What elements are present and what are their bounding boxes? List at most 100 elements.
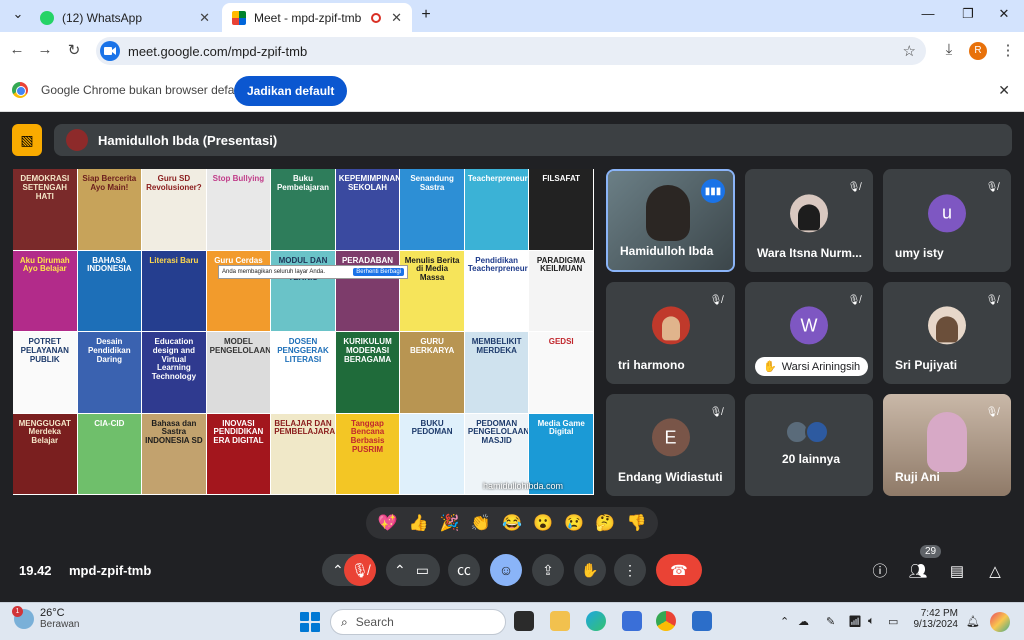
book-cover: Buku Pembelajaran — [271, 169, 335, 250]
book-title: Stop Bullying — [212, 174, 265, 183]
mic-off-icon: 🎙︎̸ — [709, 295, 723, 306]
new-tab-button[interactable]: + — [412, 6, 440, 26]
default-browser-infobar: Google Chrome bukan browser default Jadi… — [0, 70, 1024, 112]
weather-condition: Berawan — [40, 619, 80, 630]
book-cover: Guru Cerdas — [206, 250, 271, 331]
book-title: DEMOKRASI SETENGAH HATI — [20, 174, 70, 201]
chrome-icon[interactable] — [656, 611, 676, 631]
clock-time: 7:42 PM — [920, 608, 958, 619]
participant-name: Ruji Ani — [895, 470, 940, 484]
more-options-button[interactable]: ⋮ — [614, 554, 646, 586]
bookmark-star-icon[interactable]: ☆ — [903, 42, 916, 60]
reaction-emoji-button[interactable]: 👏 — [471, 513, 491, 533]
book-cover: Desain Pendidikan Daring — [77, 332, 142, 413]
address-bar[interactable]: meet.google.com/mpd-zpif-tmb ☆ — [96, 37, 926, 65]
reaction-emoji-button[interactable]: 👍 — [409, 513, 429, 533]
camera-options-button[interactable]: ⌃ ▭ — [386, 554, 440, 586]
edge-icon[interactable] — [586, 611, 606, 631]
participant-tile[interactable]: ▮▮▮ Hamidulloh Ibda — [606, 169, 735, 272]
reaction-emoji-button[interactable]: 😂 — [502, 513, 522, 533]
profile-avatar[interactable]: R — [969, 42, 987, 60]
reaction-emoji-button[interactable]: 😮 — [533, 513, 553, 533]
present-icon: ⇪ — [542, 561, 554, 578]
start-button[interactable] — [300, 612, 320, 632]
participant-tile[interactable]: 🎙︎̸ Ruji Ani — [883, 394, 1011, 496]
book-cover: MODUL DAN PANDUAN TEKNIS — [271, 250, 335, 331]
meeting-code: mpd-zpif-tmb — [69, 563, 152, 578]
participant-tile-others[interactable]: 20 lainnya — [745, 394, 873, 496]
participant-tile[interactable]: 🎙︎̸ tri harmono — [606, 282, 735, 384]
reactions-button[interactable]: ☺ — [490, 554, 522, 586]
people-icon[interactable]: 👥︎ — [906, 560, 930, 584]
participant-tile[interactable]: 🎙︎̸ Sri Pujiyati — [883, 282, 1011, 384]
infobar-close-icon[interactable]: ✕ — [998, 82, 1010, 99]
book-cover: PARADIGMA KEILMUAN — [529, 250, 593, 331]
activities-icon[interactable]: △ — [983, 560, 1007, 584]
notification-bell-icon[interactable]: 🔔︎ — [966, 615, 980, 628]
leave-call-button[interactable]: ☎ — [656, 554, 702, 586]
download-icon[interactable]: ⤓ — [938, 41, 960, 58]
chrome-logo-icon — [12, 82, 28, 98]
close-tab-icon[interactable]: ✕ — [199, 10, 210, 26]
presentation-off-icon[interactable]: ▧ — [12, 124, 42, 156]
back-icon[interactable]: ← — [6, 41, 28, 58]
stop-sharing-button[interactable]: Berhenti Berbagi — [353, 268, 404, 276]
close-window-button[interactable]: ✕ — [990, 6, 1018, 26]
book-title: GURU BERKARYA — [409, 337, 455, 355]
mic-toggle-button[interactable]: 🎙︎̸ — [344, 554, 376, 586]
present-button[interactable]: ⇪ — [532, 554, 564, 586]
menu-kebab-icon[interactable]: ⋮ — [997, 41, 1019, 59]
reaction-emoji-button[interactable]: 😢 — [564, 513, 584, 533]
taskbar-search[interactable]: ⌕ Search — [330, 609, 506, 635]
restore-button[interactable]: ❐ — [954, 6, 982, 26]
cloud-icon[interactable]: ☁ — [798, 615, 809, 628]
close-tab-icon[interactable]: ✕ — [391, 10, 402, 26]
clock[interactable]: 7:42 PM 9/13/2024 — [912, 608, 959, 630]
mic-off-icon: 🎙︎̸ — [847, 182, 861, 193]
reaction-emoji-button[interactable]: 💖 — [378, 513, 398, 533]
reload-icon[interactable]: ↻ — [63, 41, 85, 59]
raise-hand-button[interactable]: ✋ — [574, 554, 606, 586]
photos-icon[interactable] — [692, 611, 712, 631]
site-info-icon[interactable] — [100, 41, 120, 61]
book-title: BELAJAR DAN PEMBELAJARAN — [274, 418, 335, 437]
participant-photo — [790, 193, 828, 232]
meeting-info-icon[interactable]: ⓘ — [868, 560, 892, 584]
reaction-emoji-button[interactable]: 👎 — [626, 513, 646, 533]
battery-icon[interactable]: ▭ — [888, 615, 898, 628]
weather-widget[interactable]: 1 26°C Berawan — [12, 605, 80, 630]
reaction-emoji-button[interactable]: 🎉 — [440, 513, 460, 533]
book-title: POTRET PELAYANAN PUBLIK — [20, 337, 69, 364]
book-title: CIA-CID — [94, 418, 125, 428]
participant-tile[interactable]: 🎙︎̸ Wara Itsna Nurm... — [745, 169, 873, 272]
captions-button[interactable]: ㏄ — [448, 554, 480, 586]
captions-icon: ㏄ — [457, 562, 471, 578]
wifi-icon[interactable]: 📶︎ — [848, 615, 862, 628]
reaction-emoji-button[interactable]: 🤔 — [595, 513, 615, 533]
book-title: Guru Cerdas — [214, 255, 263, 265]
participant-name: Warsi Ariningsih — [781, 360, 861, 373]
url-text: meet.google.com/mpd-zpif-tmb — [128, 43, 308, 59]
book-title: BUKU PEDOMAN — [411, 418, 453, 437]
set-default-button[interactable]: Jadikan default — [234, 76, 348, 106]
pen-icon[interactable]: ✎ — [826, 615, 835, 628]
copilot-icon[interactable] — [990, 612, 1010, 632]
chevron-up-icon[interactable]: ⌃ — [780, 615, 789, 628]
file-explorer-icon[interactable] — [550, 611, 570, 631]
clock-date: 9/13/2024 — [913, 619, 959, 630]
participant-tile[interactable]: u 🎙︎̸ umy isty — [883, 169, 1011, 272]
book-cover: Senandung Sastra — [400, 169, 464, 250]
store-icon[interactable] — [622, 611, 642, 631]
participant-tile[interactable]: E 🎙︎̸ Endang Widiastuti — [606, 394, 735, 496]
recording-icon — [371, 12, 382, 23]
tab-whatsapp[interactable]: (12) WhatsApp ✕ — [30, 3, 220, 32]
tab-meet[interactable]: Meet - mpd-zpif-tmb ✕ — [222, 3, 412, 32]
task-view-icon[interactable] — [514, 611, 534, 631]
minimize-button[interactable]: — — [914, 6, 942, 26]
forward-icon[interactable]: → — [34, 41, 56, 58]
chat-icon[interactable]: ▤ — [945, 560, 969, 584]
participant-tile[interactable]: W 🎙︎̸ ✋ Warsi Ariningsih — [745, 282, 873, 384]
tab-search-button[interactable]: ⌄ — [4, 6, 32, 26]
volume-icon[interactable]: 🔈︎ — [868, 615, 875, 628]
infobar-message: Google Chrome bukan browser default — [41, 83, 248, 97]
